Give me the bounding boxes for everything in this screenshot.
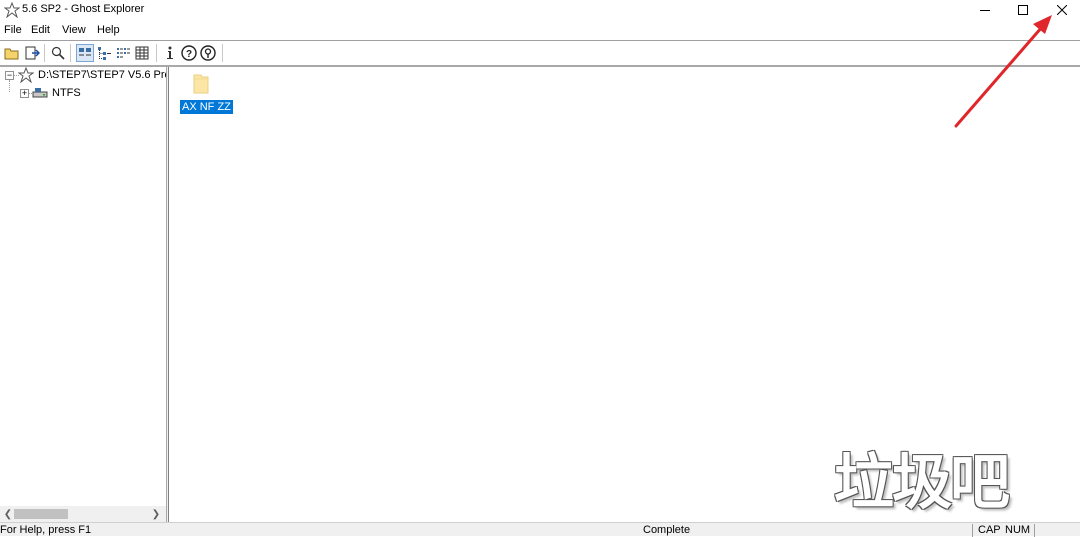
tree-view-button[interactable] (95, 44, 113, 62)
status-num-indicator: NUM (1005, 524, 1031, 536)
close-icon (1057, 5, 1067, 15)
properties-icon (167, 46, 173, 59)
ghost-app-icon (4, 2, 20, 18)
file-item-label: AX NF ZZ (180, 100, 233, 114)
find-button[interactable] (49, 44, 67, 62)
toolbar: ? (0, 41, 1080, 65)
tree-horizontal-scrollbar[interactable]: ❮ ❯ (0, 506, 166, 522)
about-icon (200, 45, 216, 61)
toolbar-separator (70, 44, 71, 62)
window-title: 5.6 SP2 - Ghost Explorer (22, 3, 145, 15)
minimize-icon (980, 10, 990, 11)
open-button[interactable] (3, 44, 21, 62)
tree-node-root[interactable]: − D:\STEP7\STEP7 V5.6 Prof (5, 67, 175, 83)
expand-icon[interactable]: + (20, 88, 29, 98)
drive-icon (32, 88, 48, 98)
menu-edit[interactable]: Edit (31, 24, 50, 36)
properties-button[interactable] (161, 44, 179, 62)
menu-view[interactable]: View (62, 24, 86, 36)
tree-pane[interactable]: − D:\STEP7\STEP7 V5.6 Prof + NTFS (0, 67, 174, 522)
list-view-button[interactable] (114, 44, 132, 62)
toolbar-separator (44, 44, 45, 62)
scrollbar-thumb[interactable] (14, 509, 68, 519)
maximize-button[interactable] (1005, 0, 1041, 20)
list-view-icon (117, 48, 130, 58)
extract-icon (25, 46, 40, 60)
tree-node-label: D:\STEP7\STEP7 V5.6 Prof (38, 69, 174, 81)
status-divider (972, 524, 973, 537)
maximize-icon (1018, 5, 1028, 15)
status-help-text: For Help, press F1 (0, 524, 92, 536)
folder-icon (193, 74, 209, 94)
watermark-text: 垃圾吧 (834, 448, 1010, 518)
close-button[interactable] (1044, 0, 1080, 20)
open-folder-icon (4, 48, 19, 60)
scroll-right-icon[interactable]: ❯ (148, 506, 164, 522)
toolbar-separator (222, 44, 223, 62)
ghost-image-icon (18, 67, 34, 83)
status-state-text: Complete (643, 524, 691, 536)
details-view-icon (135, 46, 149, 60)
extract-button[interactable] (23, 44, 41, 62)
find-icon (51, 46, 65, 60)
about-button[interactable] (199, 44, 217, 62)
menu-help[interactable]: Help (97, 24, 120, 36)
large-icons-view-icon (79, 48, 91, 56)
collapse-icon[interactable]: − (5, 70, 14, 80)
tree-view-icon (98, 47, 111, 60)
title-bar: 5.6 SP2 - Ghost Explorer (0, 0, 1080, 20)
large-icons-view-button[interactable] (76, 44, 94, 62)
menu-file[interactable]: File (4, 24, 22, 36)
status-bar: For Help, press F1 Complete CAP NUM (0, 522, 1080, 537)
status-cap-indicator: CAP (978, 524, 1001, 536)
toolbar-separator (156, 44, 157, 62)
tree-node-ntfs[interactable]: + NTFS (20, 85, 82, 101)
help-icon: ? (181, 45, 197, 61)
details-view-button[interactable] (133, 44, 151, 62)
tree-node-label: NTFS (52, 87, 81, 99)
status-divider (1034, 524, 1035, 537)
svg-text:?: ? (186, 49, 192, 60)
minimize-button[interactable] (967, 0, 1003, 20)
menu-bar: File Edit View Help (0, 21, 1080, 40)
help-button[interactable]: ? (180, 44, 198, 62)
